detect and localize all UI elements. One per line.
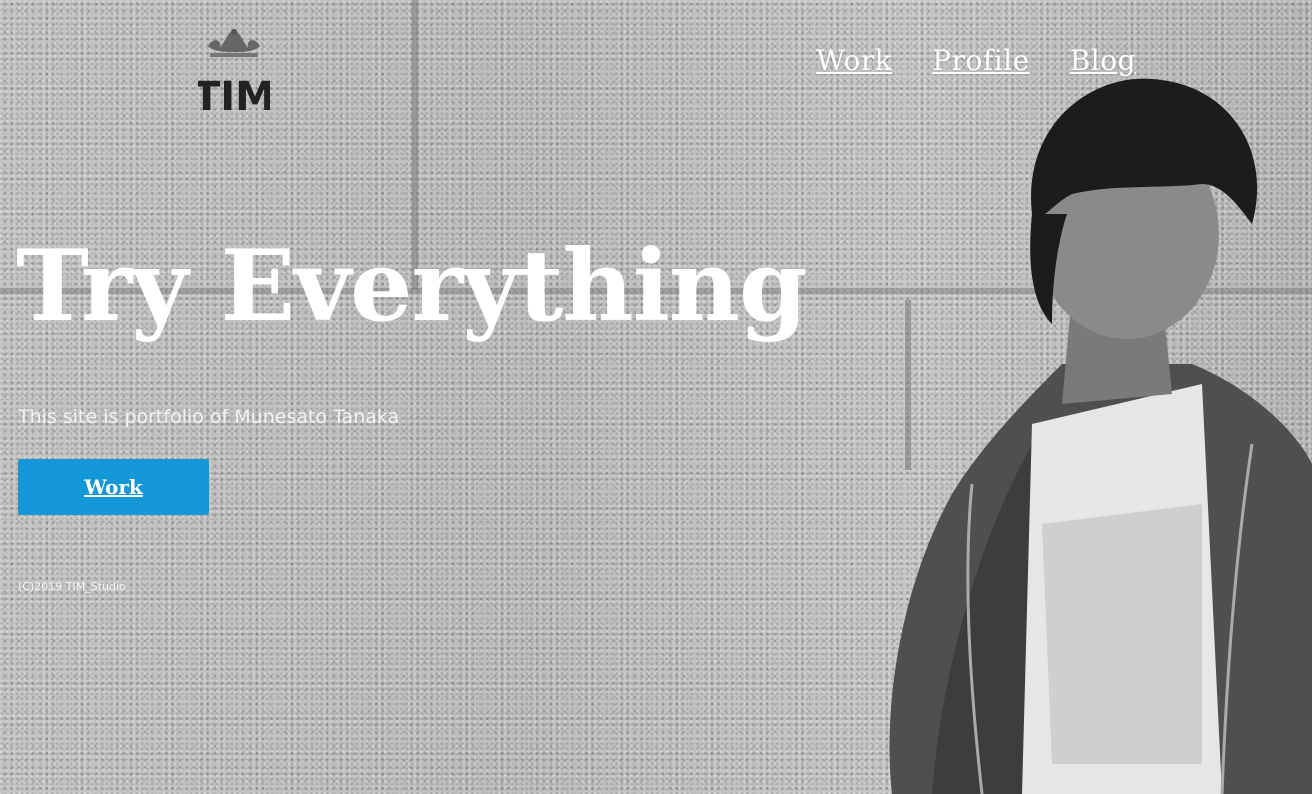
hero-title: Try Everything [16, 229, 808, 344]
nav-link-blog[interactable]: Blog [1070, 44, 1136, 77]
hero-subtitle: This site is portfolio of Munesato Tanak… [18, 406, 400, 428]
work-button[interactable]: Work [18, 459, 209, 515]
nav-link-profile[interactable]: Profile [932, 44, 1029, 77]
portrait-image [889, 78, 1312, 794]
crown-logo-icon[interactable]: TIM [198, 26, 270, 112]
main-nav: Work Profile Blog [816, 44, 1136, 77]
nav-link-work[interactable]: Work [816, 44, 892, 77]
copyright-text: (C)2019 TIM_Studio [18, 580, 126, 593]
svg-text:TIM: TIM [198, 74, 270, 112]
